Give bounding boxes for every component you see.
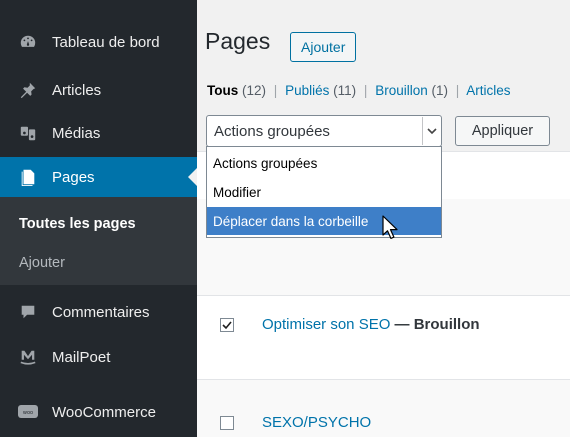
mouse-cursor-icon (382, 215, 398, 239)
filter-separator: | (273, 83, 278, 98)
option-bulk-actions[interactable]: Actions groupées (207, 149, 441, 177)
sidebar-item-woocommerce[interactable]: woo WooCommerce (0, 392, 197, 432)
sidebar-item-comments[interactable]: Commentaires (0, 292, 197, 332)
table-row-alt (197, 379, 570, 437)
dashboard-icon (18, 32, 38, 52)
sidebar-item-label: Commentaires (52, 303, 150, 321)
row-checkbox-checked[interactable] (220, 318, 234, 332)
sidebar-item-dashboard[interactable]: Tableau de bord (0, 22, 197, 62)
svg-text:woo: woo (23, 410, 33, 416)
row-title: Optimiser son SEO — Brouillon (262, 316, 480, 333)
woo-icon: woo (18, 402, 38, 422)
row-divider (197, 295, 570, 296)
row-title: SEXO/PSYCHO (262, 414, 371, 431)
filter-draft-count: (1) (431, 83, 448, 98)
filter-published-count: (11) (333, 83, 357, 98)
pages-submenu: Toutes les pages Ajouter (0, 197, 197, 285)
option-move-to-trash[interactable]: Déplacer dans la corbeille (207, 207, 441, 235)
sidebar-item-label: Articles (52, 81, 102, 99)
apply-button[interactable]: Appliquer (455, 116, 550, 146)
bulk-actions-selected: Actions groupées (214, 123, 330, 140)
option-edit[interactable]: Modifier (207, 178, 441, 206)
filter-all[interactable]: Tous (207, 83, 238, 98)
page-title-link[interactable]: SEXO/PSYCHO (262, 414, 371, 431)
sidebar-item-articles[interactable]: Articles (0, 70, 197, 110)
add-page-button[interactable]: Ajouter (290, 32, 357, 62)
filter-draft[interactable]: Brouillon (375, 83, 428, 98)
sidebar-item-label: MailPoet (52, 348, 111, 366)
sidebar-item-pages[interactable]: Pages (0, 157, 197, 197)
filter-separator: | (363, 83, 368, 98)
bulk-actions-dropdown: Actions groupées Modifier Déplacer dans … (206, 146, 442, 238)
chevron-down-icon[interactable] (422, 117, 440, 145)
submenu-item-all-pages[interactable]: Toutes les pages (19, 216, 136, 232)
filter-articles[interactable]: Articles (466, 83, 510, 98)
page-title: Pages (205, 28, 271, 54)
sidebar-item-medias[interactable]: Médias (0, 113, 197, 153)
sidebar-item-label: Médias (52, 124, 101, 142)
active-indicator (188, 168, 197, 186)
status-filters: Tous (12) | Publiés (11) | Brouillon (1)… (207, 83, 511, 98)
pin-icon (18, 80, 38, 100)
comment-icon (18, 302, 38, 322)
sidebar-item-label: Tableau de bord (52, 33, 160, 51)
sidebar-item-mailpoet[interactable]: MailPoet (0, 337, 197, 377)
bulk-actions-select[interactable]: Actions groupées (206, 115, 442, 147)
page-title-link[interactable]: Optimiser son SEO (262, 316, 390, 333)
page-state: — Brouillon (394, 316, 480, 333)
filter-all-count: (12) (242, 83, 267, 98)
sidebar-item-label: WooCommerce (52, 403, 156, 421)
filter-published[interactable]: Publiés (285, 83, 329, 98)
row-checkbox[interactable] (220, 416, 234, 430)
sidebar-item-label: Pages (52, 168, 95, 186)
submenu-item-add[interactable]: Ajouter (19, 255, 65, 271)
mailpoet-icon (18, 347, 38, 367)
page-icon (18, 167, 38, 187)
filter-separator: | (455, 83, 460, 98)
admin-sidebar: Tableau de bord Articles Médias Pages To… (0, 0, 197, 437)
row-divider (197, 379, 570, 380)
media-icon (18, 123, 38, 143)
